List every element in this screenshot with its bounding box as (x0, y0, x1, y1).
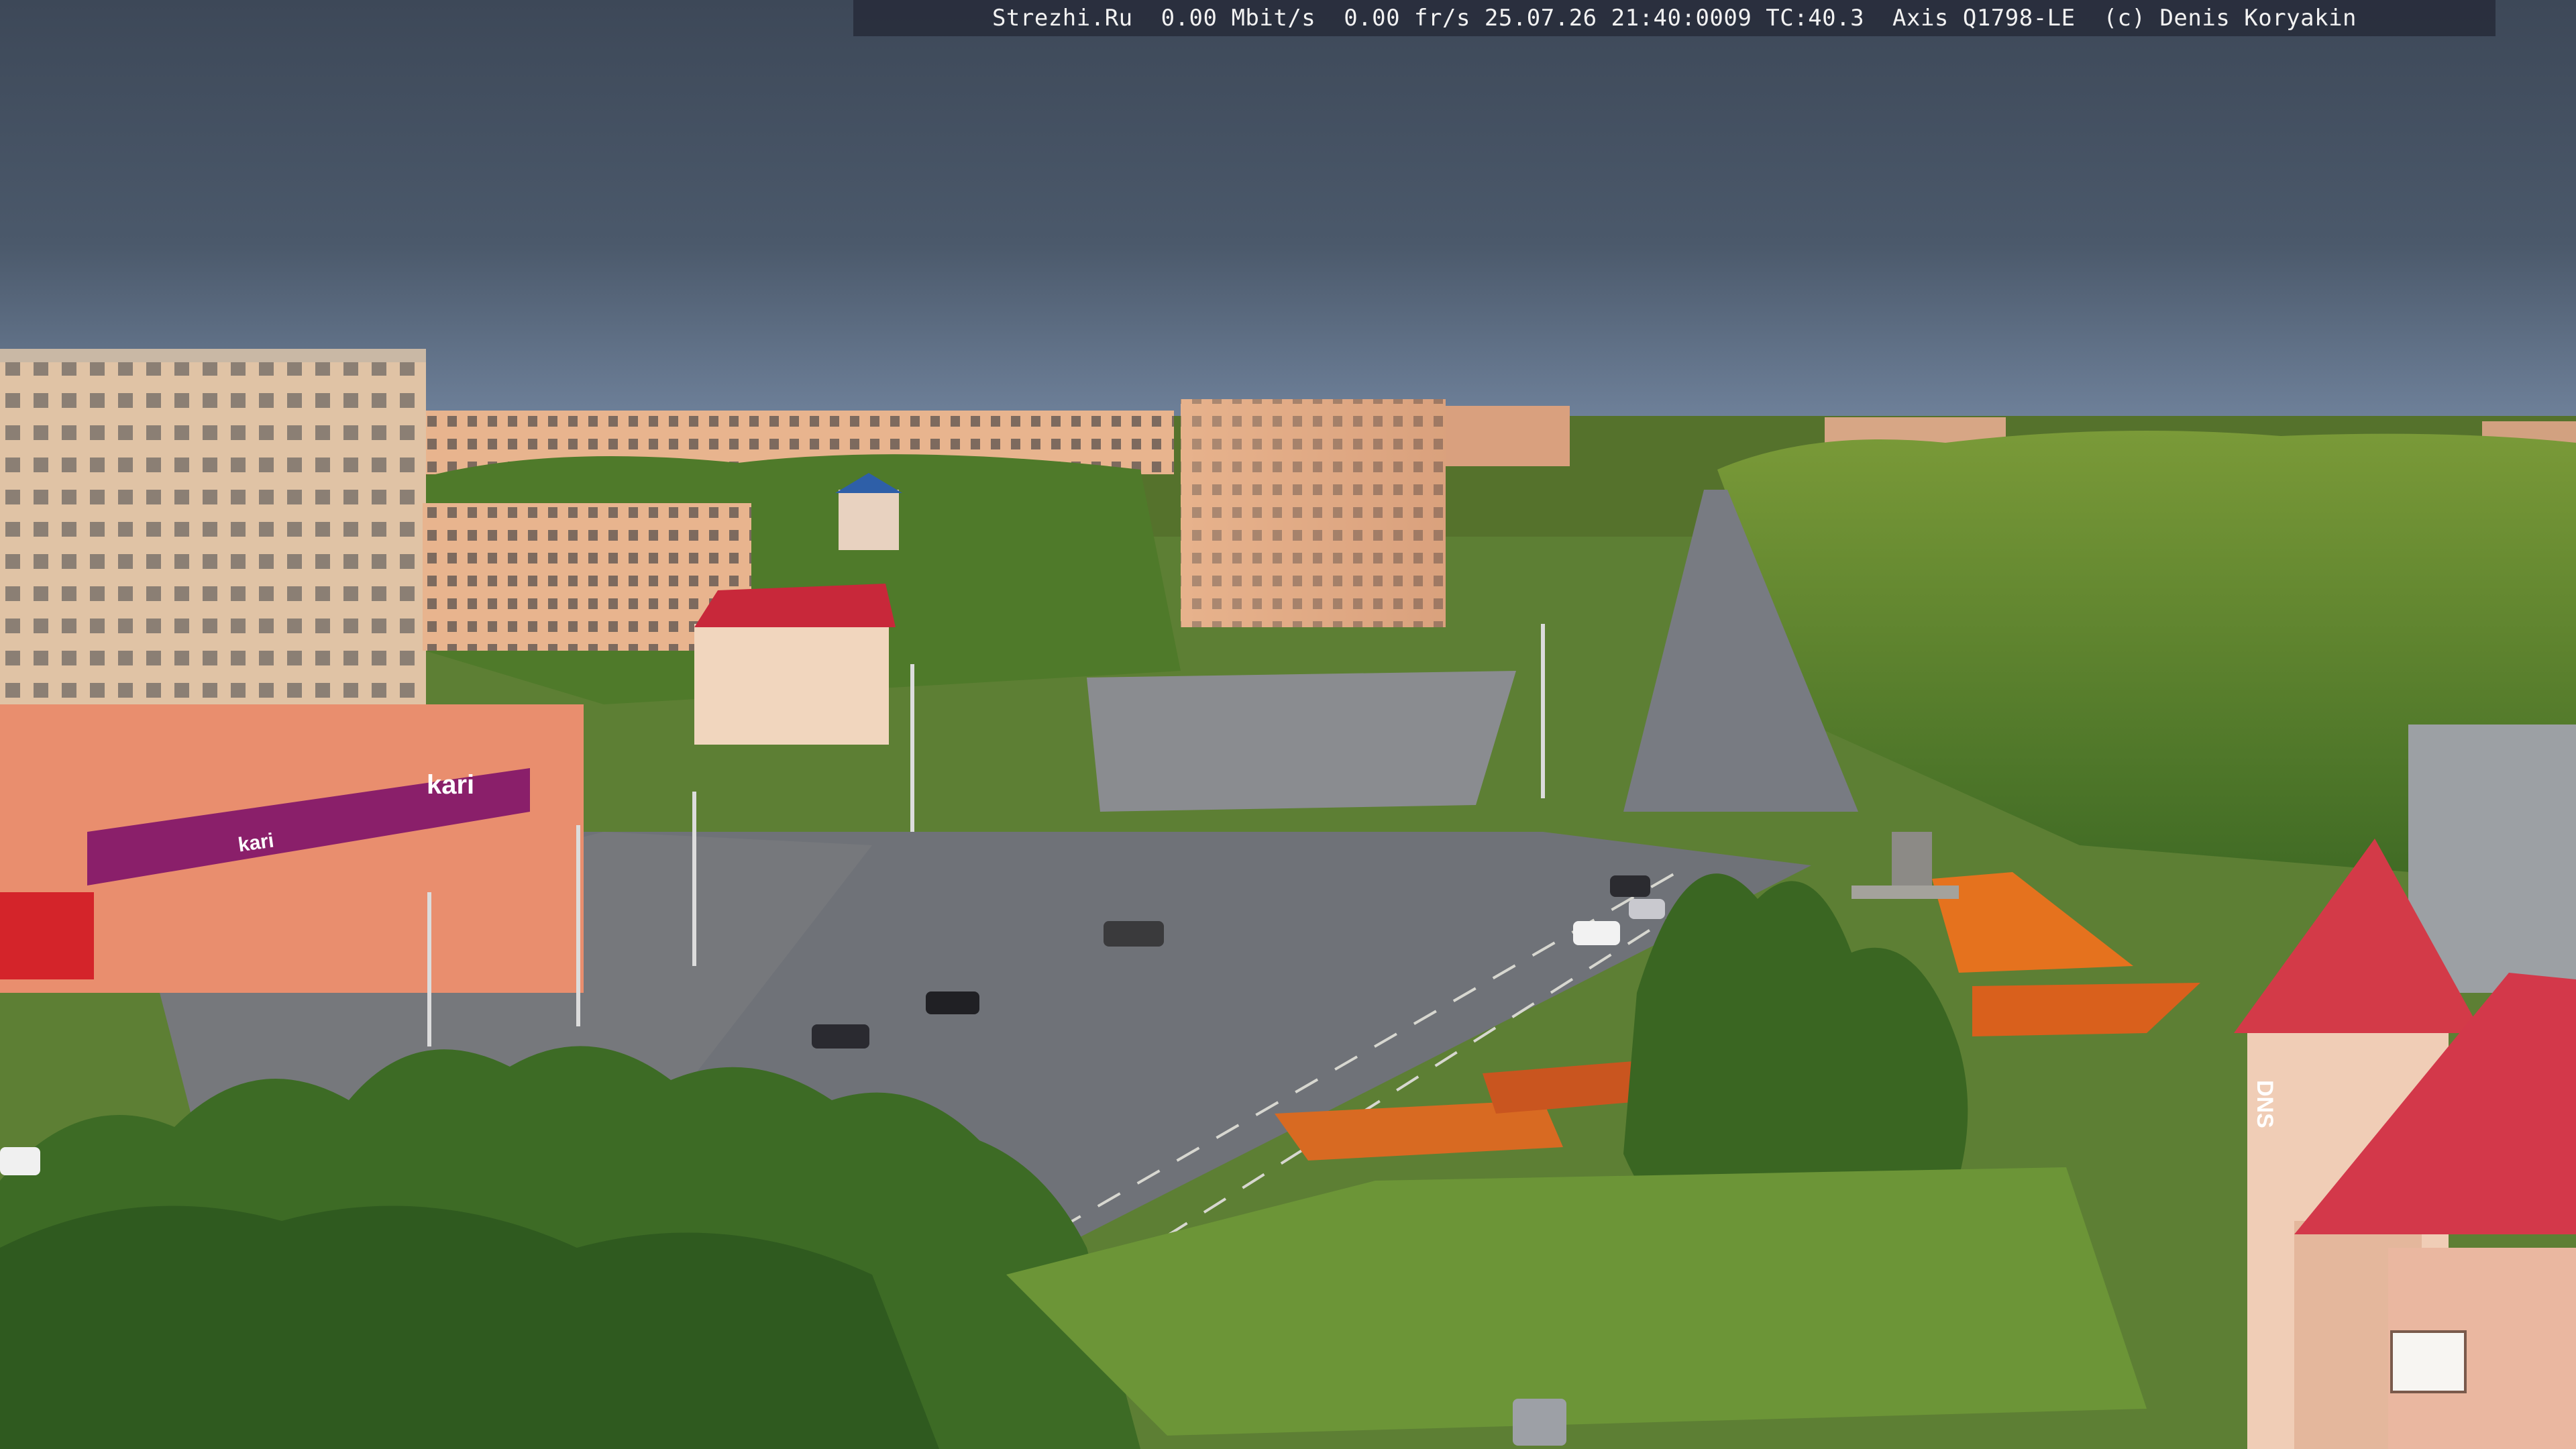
central-plaza (1087, 671, 1516, 812)
shopping-center (0, 704, 584, 993)
kari-sign-main: kari (427, 770, 475, 800)
city-panorama (0, 0, 2576, 1449)
red-roof-building (694, 584, 896, 745)
camera-scene: kari kari DNS (0, 0, 2576, 1449)
tower-letters: DNS (2252, 1080, 2277, 1128)
camera-overlay-text: Strezhi.Ru 0.00 Mbit/s 0.00 fr/s 25.07.2… (853, 0, 2496, 36)
